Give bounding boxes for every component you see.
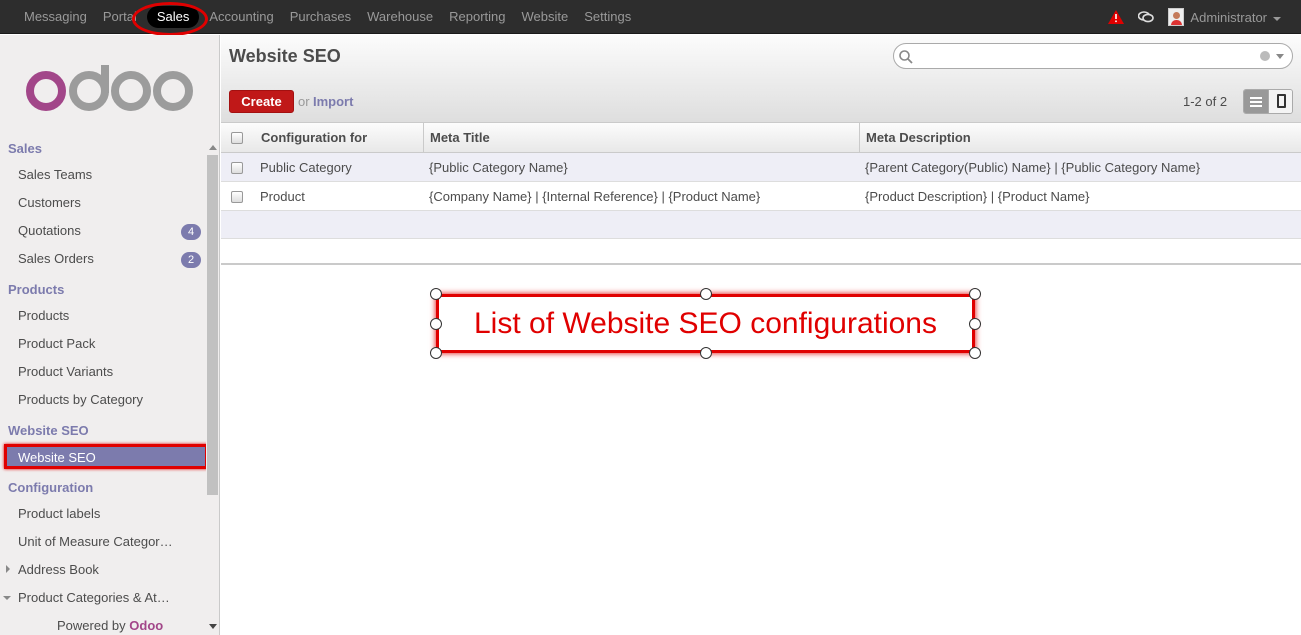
resize-handle[interactable] [430, 288, 442, 300]
resize-handle[interactable] [700, 347, 712, 359]
sidebar-item-sales-orders[interactable]: Sales Orders [18, 251, 94, 266]
top-navbar: Messaging Portal Sales Accounting Purcha… [0, 0, 1301, 36]
cell-meta-title: {Company Name} | {Internal Reference} | … [429, 189, 761, 204]
collapse-down-icon[interactable] [3, 596, 11, 600]
sidebar-header-website-seo: Website SEO [8, 423, 89, 438]
scroll-up-icon[interactable] [209, 145, 217, 150]
quotations-count-badge: 4 [181, 224, 201, 240]
cell-configuration-for: Public Category [260, 160, 352, 175]
table-row[interactable]: Product {Company Name} | {Internal Refer… [221, 182, 1301, 211]
empty-row [221, 211, 1301, 239]
expand-right-icon[interactable] [6, 565, 10, 573]
sidebar-item-product-variants[interactable]: Product Variants [18, 364, 113, 379]
cell-configuration-for: Product [260, 189, 305, 204]
select-all-checkbox[interactable] [231, 132, 243, 144]
sidebar-item-customers[interactable]: Customers [18, 195, 81, 210]
sidebar-item-product-categories[interactable]: Product Categories & At… [18, 590, 170, 605]
odoo-logo[interactable] [26, 65, 194, 113]
top-right-bar: Administrator [1108, 0, 1281, 34]
menu-accounting[interactable]: Accounting [201, 0, 281, 34]
cell-meta-description: {Product Description} | {Product Name} [865, 189, 1090, 204]
create-button[interactable]: Create [229, 90, 294, 113]
annotation-text: List of Website SEO configurations [473, 307, 937, 340]
sidebar-header-configuration: Configuration [8, 480, 94, 495]
search-options-chevron-icon[interactable] [1276, 54, 1284, 59]
sidebar-item-quotations[interactable]: Quotations [18, 223, 81, 238]
menu-website[interactable]: Website [514, 0, 577, 34]
row-checkbox[interactable] [231, 162, 243, 174]
empty-row [221, 239, 1301, 265]
import-link[interactable]: Import [313, 94, 353, 109]
avatar [1168, 8, 1185, 26]
resize-handle[interactable] [969, 288, 981, 300]
sidebar: Sales Sales Teams Customers Quotations 4… [0, 35, 220, 635]
pager-value[interactable]: 1-2 of 2 [1183, 94, 1227, 109]
sidebar-header-products: Products [8, 282, 65, 297]
cell-meta-title: {Public Category Name} [429, 160, 568, 175]
mobile-view-icon [1276, 94, 1286, 108]
chat-icon[interactable] [1138, 10, 1155, 24]
sidebar-item-label: Website SEO [18, 450, 96, 465]
search-input[interactable] [893, 43, 1293, 69]
view-switcher [1243, 89, 1293, 114]
column-header-configuration-for[interactable]: Configuration for [261, 123, 367, 152]
menu-reporting[interactable]: Reporting [441, 0, 513, 34]
control-panel: Website SEO Create or Import 1-2 of 2 [221, 35, 1301, 123]
column-header-meta-description[interactable]: Meta Description [866, 123, 971, 152]
menu-settings[interactable]: Settings [576, 0, 639, 34]
resize-handle[interactable] [969, 318, 981, 330]
table-header: Configuration for Meta Title Meta Descri… [221, 123, 1301, 153]
kanban-view-button[interactable] [1267, 90, 1292, 113]
column-header-meta-title[interactable]: Meta Title [430, 123, 490, 152]
sales-orders-count-badge: 2 [181, 252, 201, 268]
sidebar-item-products[interactable]: Products [18, 308, 69, 323]
menu-warehouse[interactable]: Warehouse [359, 0, 441, 34]
row-checkbox[interactable] [231, 191, 243, 203]
scrollbar-thumb[interactable] [207, 155, 218, 495]
warning-icon[interactable] [1108, 10, 1125, 24]
resize-handle[interactable] [969, 347, 981, 359]
sidebar-item-address-book[interactable]: Address Book [18, 562, 99, 577]
sidebar-header-sales: Sales [8, 141, 42, 156]
menu-messaging[interactable]: Messaging [16, 0, 95, 34]
sidebar-item-product-labels[interactable]: Product labels [18, 506, 100, 521]
annotation-box: List of Website SEO configurations [436, 294, 975, 353]
cell-meta-description: {Parent Category(Public) Name} | {Public… [865, 160, 1201, 175]
sidebar-item-product-pack[interactable]: Product Pack [18, 336, 95, 351]
list-view-icon[interactable] [1244, 90, 1268, 113]
powered-by-link[interactable]: Odoo [129, 618, 163, 633]
sidebar-item-products-by-category[interactable]: Products by Category [18, 392, 143, 407]
resize-handle[interactable] [430, 347, 442, 359]
page-title: Website SEO [229, 46, 341, 66]
sidebar-item-sales-teams[interactable]: Sales Teams [18, 167, 92, 182]
user-menu[interactable]: Administrator [1168, 8, 1281, 26]
sidebar-scrollbar[interactable] [206, 145, 219, 629]
or-text: or [298, 94, 310, 109]
sales-highlight-ring [132, 2, 208, 36]
chevron-down-icon [1273, 16, 1281, 21]
menu-purchases[interactable]: Purchases [282, 0, 359, 34]
top-menu: Messaging Portal Sales Accounting Purcha… [16, 0, 639, 34]
clear-search-icon[interactable] [1260, 51, 1270, 61]
resize-handle[interactable] [700, 288, 712, 300]
user-name: Administrator [1190, 9, 1267, 25]
sidebar-item-uom-categories[interactable]: Unit of Measure Categor… [18, 534, 173, 549]
sidebar-item-website-seo[interactable]: Website SEO [4, 444, 208, 469]
table-row[interactable]: Public Category {Public Category Name} {… [221, 153, 1301, 182]
powered-by: Powered by Odoo [57, 618, 164, 633]
scroll-down-icon[interactable] [209, 624, 217, 629]
resize-handle[interactable] [430, 318, 442, 330]
search-icon [899, 50, 913, 64]
